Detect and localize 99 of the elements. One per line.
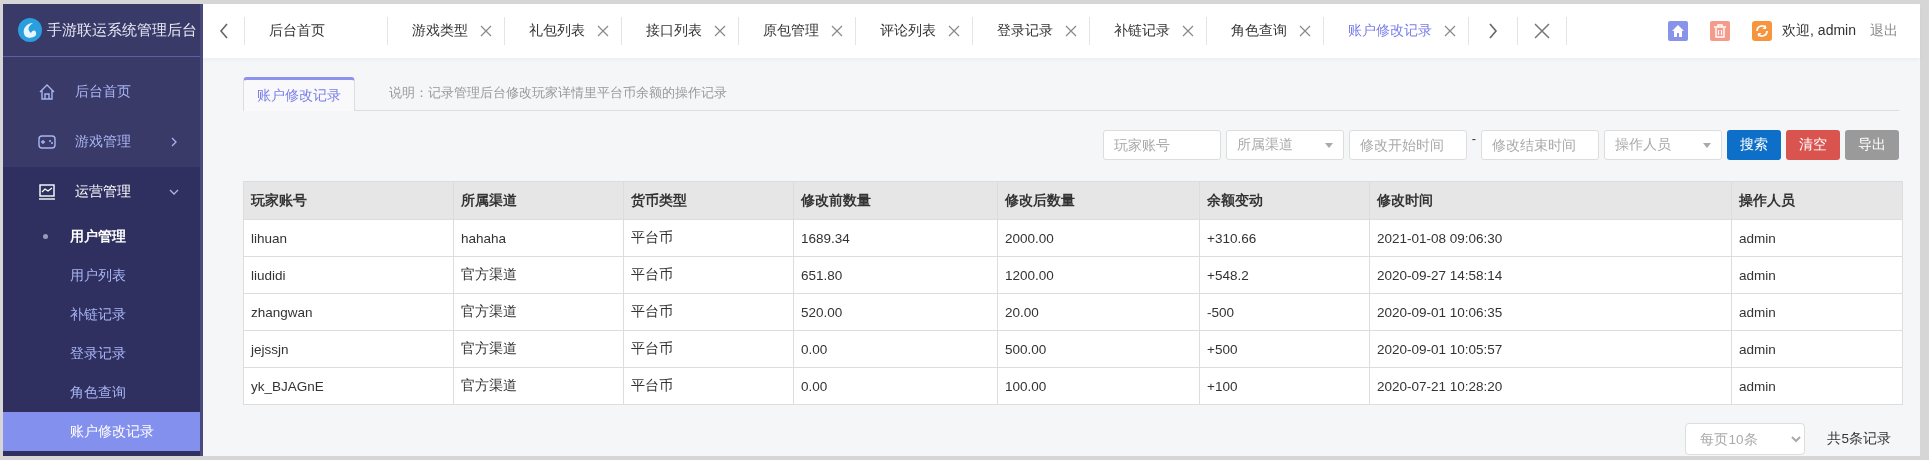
text-field[interactable]: 修改开始时间 [1348,130,1467,160]
home-icon [37,82,57,102]
table-cell: 官方渠道 [453,330,624,368]
column-header: 所属渠道 [453,181,624,220]
page-tab[interactable]: 游戏类型 [388,17,505,45]
table-cell: 2020-07-21 10:28:20 [1369,367,1732,405]
page-tab[interactable]: 接口列表 [622,17,739,45]
home-icon[interactable] [1668,21,1689,41]
table-cell: 651.80 [793,256,998,294]
column-header: 操作人员 [1731,181,1903,220]
chevron-right-icon [1488,23,1498,39]
page-tab[interactable]: 评论列表 [856,17,973,45]
close-icon[interactable] [714,25,726,37]
page-tab[interactable]: 补链记录 [1090,17,1207,45]
page-tab[interactable]: 角色查询 [1207,17,1324,45]
table-cell: 2000.00 [997,219,1200,257]
table-cell: 官方渠道 [453,256,624,294]
close-icon[interactable] [831,25,843,37]
table-cell: 1200.00 [997,256,1200,294]
description-text: 说明：记录管理后台修改玩家详情里平台币余额的操作记录 [389,83,727,102]
monitor-icon [37,182,57,202]
caret-down-icon [1703,142,1711,148]
table-cell: liudidi [243,256,454,294]
table-cell: admin [1731,256,1903,294]
text-field[interactable]: 玩家账号 [1102,130,1221,160]
page-tab[interactable]: 账户修改记录 [1324,17,1469,45]
table-cell: 官方渠道 [453,367,624,405]
sidebar-subitem[interactable]: 用户列表 [3,256,200,295]
sidebar-subitem[interactable]: 补链记录 [3,295,200,334]
page-tab[interactable]: 登录记录 [973,17,1090,45]
table-cell: hahaha [453,219,624,257]
table-cell: 0.00 [793,367,998,405]
table-cell: +100 [1199,367,1370,405]
text-field[interactable]: 修改结束时间 [1481,130,1599,160]
column-header: 修改时间 [1369,181,1732,220]
logout-link[interactable]: 退出 [1870,22,1898,40]
table-cell: admin [1731,219,1903,257]
action-button[interactable]: 搜索 [1727,130,1781,160]
sidebar-subheading[interactable]: 用户管理 [3,217,200,256]
sidebar-subitem[interactable]: 角色查询 [3,373,200,412]
table-cell: +500 [1199,330,1370,368]
sidebar-item[interactable]: 后台首页 [3,67,200,117]
table-cell: 官方渠道 [453,293,624,331]
close-icon[interactable] [1444,25,1456,37]
close-icon[interactable] [480,25,492,37]
table-cell: admin [1731,330,1903,368]
table-cell: +548.2 [1199,256,1370,294]
column-header: 货币类型 [623,181,794,220]
gamepad-icon [37,132,57,152]
action-button[interactable]: 清空 [1786,130,1840,160]
table-cell: admin [1731,293,1903,331]
table-cell: jejssjn [243,330,454,368]
table-cell: 平台币 [623,256,794,294]
table-cell: 0.00 [793,330,998,368]
caret-down-icon [1324,142,1333,148]
table-cell: 2020-09-27 14:58:14 [1369,256,1732,294]
sidebar-subitem[interactable]: 登录记录 [3,334,200,373]
table-cell: admin [1731,367,1903,405]
table-cell: 平台币 [623,367,794,405]
table-cell: lihuan [243,219,454,257]
sidebar-item[interactable]: 运营管理 [3,167,200,217]
close-icon [1534,23,1550,39]
table-cell: 平台币 [623,219,794,257]
column-header: 玩家账号 [243,181,454,220]
column-header: 修改前数量 [793,181,998,220]
refresh-icon[interactable] [1752,21,1773,41]
table-cell: -500 [1199,293,1370,331]
trash-icon[interactable] [1710,21,1731,41]
welcome-text: 欢迎, admin [1782,22,1856,40]
chevron-left-icon [218,23,229,39]
sidebar-item[interactable]: 游戏管理 [3,117,200,167]
close-icon[interactable] [1299,25,1311,37]
table-cell: 2020-09-01 10:06:35 [1369,293,1732,331]
page-tab[interactable]: 礼包列表 [505,17,622,45]
table-cell: 520.00 [793,293,998,331]
table-cell: 平台币 [623,293,794,331]
table-cell: 20.00 [997,293,1200,331]
page-tab[interactable]: 原包管理 [739,17,856,45]
page-tab[interactable]: 后台首页 [245,17,388,45]
column-header: 修改后数量 [997,181,1200,220]
range-separator: - [1471,131,1476,146]
table-cell: 1689.34 [793,219,998,257]
table-cell: 平台币 [623,330,794,368]
table-cell: 100.00 [997,367,1200,405]
panel-tab[interactable]: 账户修改记录 [243,77,355,111]
table-cell: zhangwan [243,293,454,331]
total-count: 共5条记录 [1827,430,1891,448]
table-cell: 2020-09-01 10:05:57 [1369,330,1732,368]
table-cell: yk_BJAGnE [243,367,454,405]
close-icon[interactable] [1182,25,1194,37]
table-cell: +310.66 [1199,219,1370,257]
table-cell: 500.00 [997,330,1200,368]
close-icon[interactable] [948,25,960,37]
close-icon[interactable] [1065,25,1077,37]
app-title: 手游联运系统管理后台 [47,20,197,40]
close-icon[interactable] [597,25,609,37]
logo-icon [17,17,43,43]
table-cell: 2021-01-08 09:06:30 [1369,219,1732,257]
column-header: 余额变动 [1199,181,1370,220]
